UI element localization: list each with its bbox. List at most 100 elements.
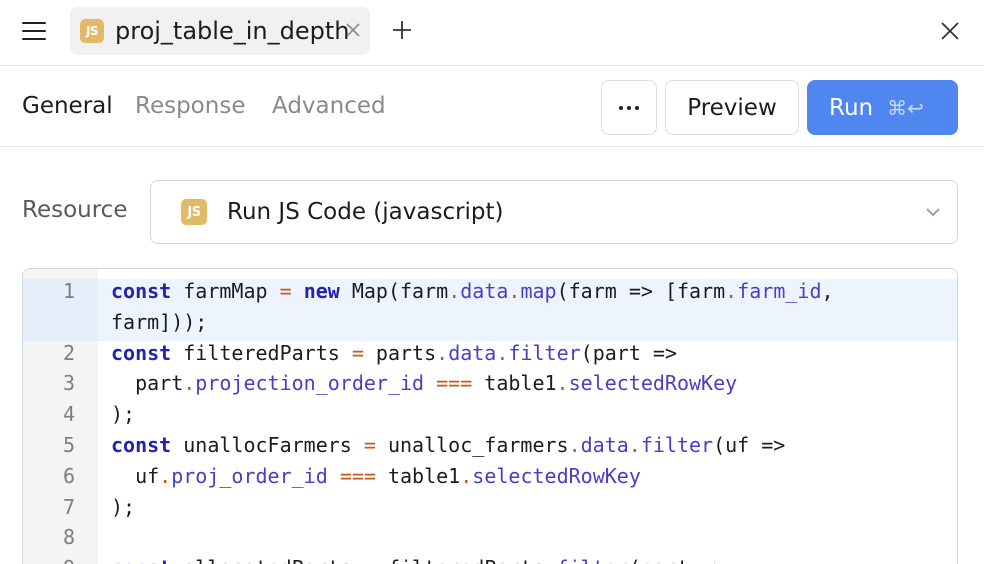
code-line: const filteredParts = parts.data.filter(… xyxy=(111,341,677,365)
code-token: Map(farm xyxy=(339,279,449,303)
chevron-down-icon xyxy=(926,208,940,217)
line-number: 3 xyxy=(62,371,75,396)
code-token: . xyxy=(183,371,196,396)
code-line: const farmMap = new Map(farm.data.map(fa… xyxy=(111,279,834,303)
code-token: unallocFarmers xyxy=(171,433,364,457)
code-token: proj_order_id xyxy=(171,463,328,488)
code-token: ); xyxy=(111,494,136,519)
code-token: table1 xyxy=(472,371,557,396)
code-token: data xyxy=(580,433,629,457)
code-token: . xyxy=(568,433,581,457)
code-token: filteredParts xyxy=(376,556,545,564)
add-tab-icon[interactable] xyxy=(390,18,414,42)
line-number: 2 xyxy=(62,340,75,365)
code-token: . xyxy=(496,340,509,365)
tab-general[interactable]: General xyxy=(22,93,113,119)
line-number: 7 xyxy=(62,494,75,519)
code-token: data xyxy=(448,340,497,365)
code-token: farm])); xyxy=(111,309,208,334)
code-token: filter xyxy=(557,556,629,564)
query-tab[interactable]: JS proj_table_in_depth xyxy=(70,7,370,55)
tab-advanced[interactable]: Advanced xyxy=(272,93,386,119)
code-token: . xyxy=(628,433,641,457)
code-token: (part => xyxy=(580,340,677,365)
code-token: . xyxy=(725,279,738,303)
code-line: uf.proj_order_id === table1.selectedRowK… xyxy=(111,464,641,488)
code-token: , xyxy=(821,279,834,303)
preview-button[interactable]: Preview xyxy=(665,80,799,135)
code-line: const allocatedParts = filteredParts.fil… xyxy=(111,556,725,564)
run-button[interactable]: Run ⌘↩ xyxy=(807,80,958,135)
tab-response[interactable]: Response xyxy=(135,93,245,119)
tab-title: proj_table_in_depth xyxy=(115,17,350,45)
code-token: . xyxy=(448,279,461,303)
code-line: ); xyxy=(111,402,135,426)
menu-icon[interactable] xyxy=(22,22,46,40)
code-token: . xyxy=(508,279,521,303)
code-token: = xyxy=(279,279,292,303)
line-number: 6 xyxy=(62,463,75,488)
code-token: parts xyxy=(363,340,437,365)
line-number: 8 xyxy=(62,525,75,550)
code-line: ); xyxy=(111,495,135,519)
close-tab-icon[interactable] xyxy=(344,21,362,39)
code-line: const unallocFarmers = unalloc_farmers.d… xyxy=(111,433,785,457)
code-token: selectedRowKey xyxy=(472,463,641,488)
line-number: 4 xyxy=(62,402,75,427)
js-icon: JS xyxy=(80,19,104,43)
line-number: 9 xyxy=(23,556,75,564)
code-token: filter xyxy=(640,433,714,457)
code-token: data xyxy=(460,279,509,303)
line-number: 5 xyxy=(62,433,75,457)
close-icon[interactable] xyxy=(939,20,961,42)
code-token: === xyxy=(339,463,376,488)
line-number: 1 xyxy=(62,279,75,303)
code-token: new xyxy=(303,279,340,303)
code-token: uf xyxy=(111,463,160,488)
code-token: part xyxy=(111,371,184,396)
code-line: farm])); xyxy=(111,310,207,334)
code-token: farm_id xyxy=(737,279,822,303)
code-token: . xyxy=(159,463,172,488)
code-token: . xyxy=(556,371,569,396)
code-token: unalloc_farmers xyxy=(375,433,569,457)
code-token: = xyxy=(351,340,364,365)
code-token: filter xyxy=(508,340,581,365)
code-token: const xyxy=(111,556,171,564)
code-token: = xyxy=(363,433,376,457)
code-token: . xyxy=(460,463,473,488)
code-token: filteredParts xyxy=(171,340,352,365)
more-icon xyxy=(619,105,639,110)
run-shortcut: ⌘↩ xyxy=(887,95,924,120)
code-token: projection_order_id xyxy=(195,371,425,396)
code-token: . xyxy=(545,556,557,564)
more-options-button[interactable] xyxy=(601,80,657,135)
code-line: part.projection_order_id === table1.sele… xyxy=(111,371,737,395)
top-tab-bar: JS proj_table_in_depth xyxy=(0,0,984,66)
code-token: selectedRowKey xyxy=(568,371,738,396)
code-token: ); xyxy=(111,402,136,427)
code-token: table1 xyxy=(375,463,461,488)
code-token: (uf => xyxy=(713,433,786,457)
query-subbar: General Response Advanced Preview Run ⌘↩ xyxy=(0,67,984,147)
resource-select[interactable]: JS Run JS Code (javascript) xyxy=(150,180,958,244)
code-token: = xyxy=(364,556,376,564)
code-token: map xyxy=(520,279,557,303)
code-token: allocatedParts xyxy=(171,556,364,564)
code-token: const xyxy=(111,340,172,365)
code-token: . xyxy=(436,340,449,365)
resource-value: Run JS Code (javascript) xyxy=(227,199,504,225)
js-icon: JS xyxy=(181,199,207,225)
code-token: === xyxy=(436,371,473,396)
code-token: const xyxy=(111,433,172,457)
code-editor[interactable]: 1 const farmMap = new Map(farm.data.map(f… xyxy=(22,268,958,564)
run-label: Run xyxy=(829,94,874,121)
code-token: (farm => [farm xyxy=(556,279,726,303)
code-token: (part => xyxy=(629,556,725,564)
resource-label: Resource xyxy=(22,197,128,223)
code-token: farmMap xyxy=(171,279,280,303)
code-token: const xyxy=(111,279,172,303)
